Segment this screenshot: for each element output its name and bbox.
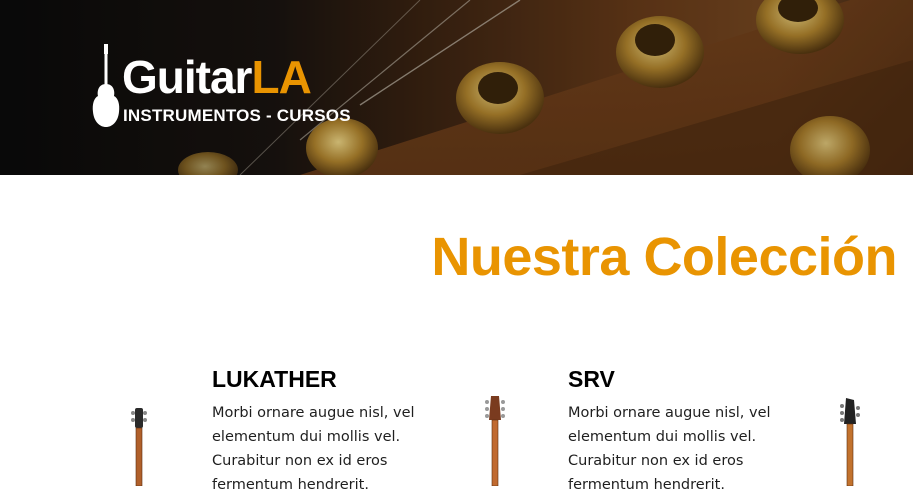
logo-title-main: Guitar [122, 51, 252, 103]
site-header: GuitarLA INSTRUMENTOS - CURSOS [0, 0, 913, 175]
product-description: Morbi ornare augue nisl, vel elementum d… [568, 405, 771, 493]
logo-title: GuitarLA [122, 51, 312, 103]
page-title: Nuestra Colección [431, 227, 897, 287]
logo-title-accent: LA [251, 51, 311, 103]
product-name: SRV [568, 366, 615, 392]
product-name: LUKATHER [212, 366, 337, 392]
guitar-image[interactable] [483, 396, 507, 486]
guitar-icon [92, 44, 120, 127]
guitar-image[interactable] [838, 398, 862, 486]
logo-subtitle: INSTRUMENTOS - CURSOS [123, 106, 351, 125]
product-description: Morbi ornare augue nisl, vel elementum d… [212, 405, 415, 493]
guitar-image[interactable] [128, 408, 150, 486]
